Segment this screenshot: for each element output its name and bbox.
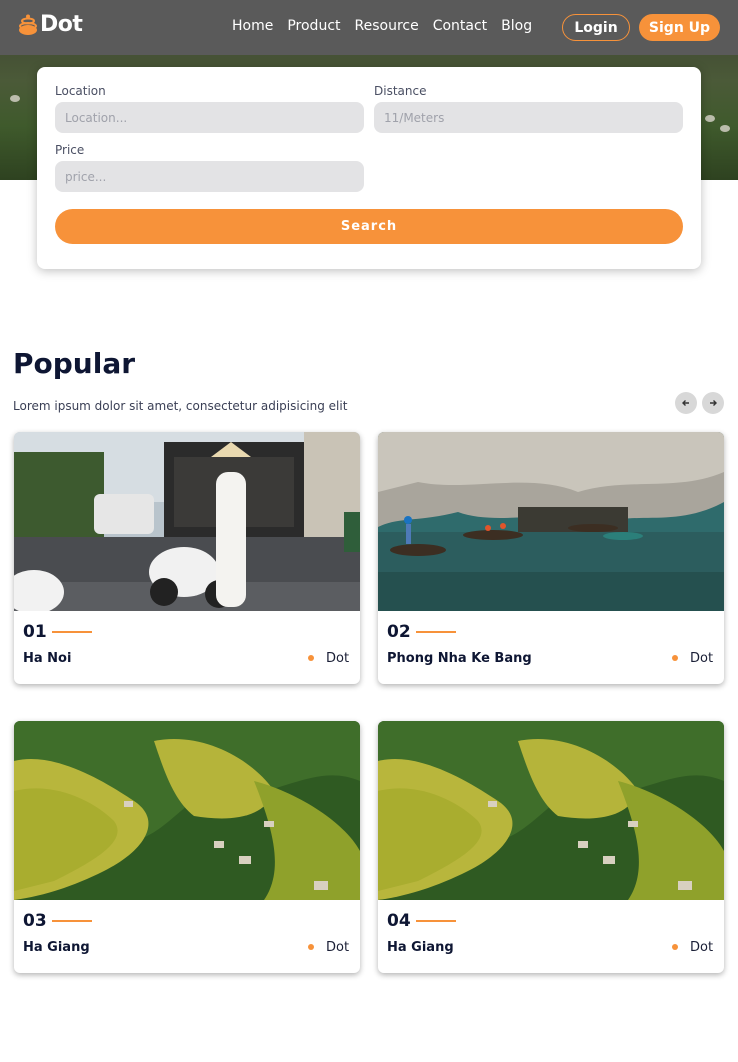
card-divider <box>416 631 456 633</box>
price-label: Price <box>55 143 85 157</box>
login-button[interactable]: Login <box>562 14 630 41</box>
nav-home[interactable]: Home <box>232 18 273 34</box>
card-number: 01 <box>23 622 47 642</box>
brand-name: Dot <box>40 12 83 37</box>
popular-title: Popular <box>13 347 136 380</box>
card-tag: Dot <box>326 651 350 666</box>
signup-button[interactable]: Sign Up <box>639 14 720 41</box>
logo[interactable]: Dot <box>18 12 83 37</box>
card-divider <box>52 631 92 633</box>
prev-button[interactable] <box>675 392 697 414</box>
card-number: 02 <box>387 622 411 642</box>
card-title: Phong Nha Ke Bang <box>387 651 532 666</box>
destination-card[interactable]: 03 Ha Giang Dot <box>14 721 360 973</box>
dot-icon <box>672 944 678 950</box>
arrow-right-icon <box>710 400 717 406</box>
next-button[interactable] <box>702 392 724 414</box>
card-title: Ha Noi <box>23 651 72 666</box>
nav-contact[interactable]: Contact <box>433 18 487 34</box>
location-input[interactable]: Location... <box>55 102 364 133</box>
card-title: Ha Giang <box>23 940 90 955</box>
card-number: 03 <box>23 911 47 931</box>
nav-resource[interactable]: Resource <box>355 18 419 34</box>
dot-icon <box>308 944 314 950</box>
distance-input[interactable]: 11/Meters <box>374 102 683 133</box>
card-image <box>14 432 360 611</box>
destination-card[interactable]: 04 Ha Giang Dot <box>378 721 724 973</box>
navbar: Dot Home Product Resource Contact Blog L… <box>0 0 738 55</box>
nav-product[interactable]: Product <box>287 18 340 34</box>
arrow-left-icon <box>682 400 689 406</box>
popular-subtitle: Lorem ipsum dolor sit amet, consectetur … <box>13 399 348 413</box>
destination-card[interactable]: 02 Phong Nha Ke Bang Dot <box>378 432 724 684</box>
card-tag: Dot <box>326 940 350 955</box>
distance-label: Distance <box>374 84 427 98</box>
dot-icon <box>672 655 678 661</box>
card-divider <box>416 920 456 922</box>
destination-card[interactable]: 01 Ha Noi Dot <box>14 432 360 684</box>
card-number: 04 <box>387 911 411 931</box>
card-tag: Dot <box>690 940 714 955</box>
card-tag: Dot <box>690 651 714 666</box>
nav-blog[interactable]: Blog <box>501 18 532 34</box>
search-card: Location Location... Distance 11/Meters … <box>37 67 701 269</box>
card-image <box>14 721 360 900</box>
card-image <box>378 721 724 900</box>
card-title: Ha Giang <box>387 940 454 955</box>
card-divider <box>52 920 92 922</box>
card-image <box>378 432 724 611</box>
nav-links: Home Product Resource Contact Blog <box>232 18 546 34</box>
location-label: Location <box>55 84 106 98</box>
dot-icon <box>308 655 314 661</box>
search-button[interactable]: Search <box>55 209 683 244</box>
price-input[interactable]: price... <box>55 161 364 192</box>
logo-icon <box>19 14 37 35</box>
